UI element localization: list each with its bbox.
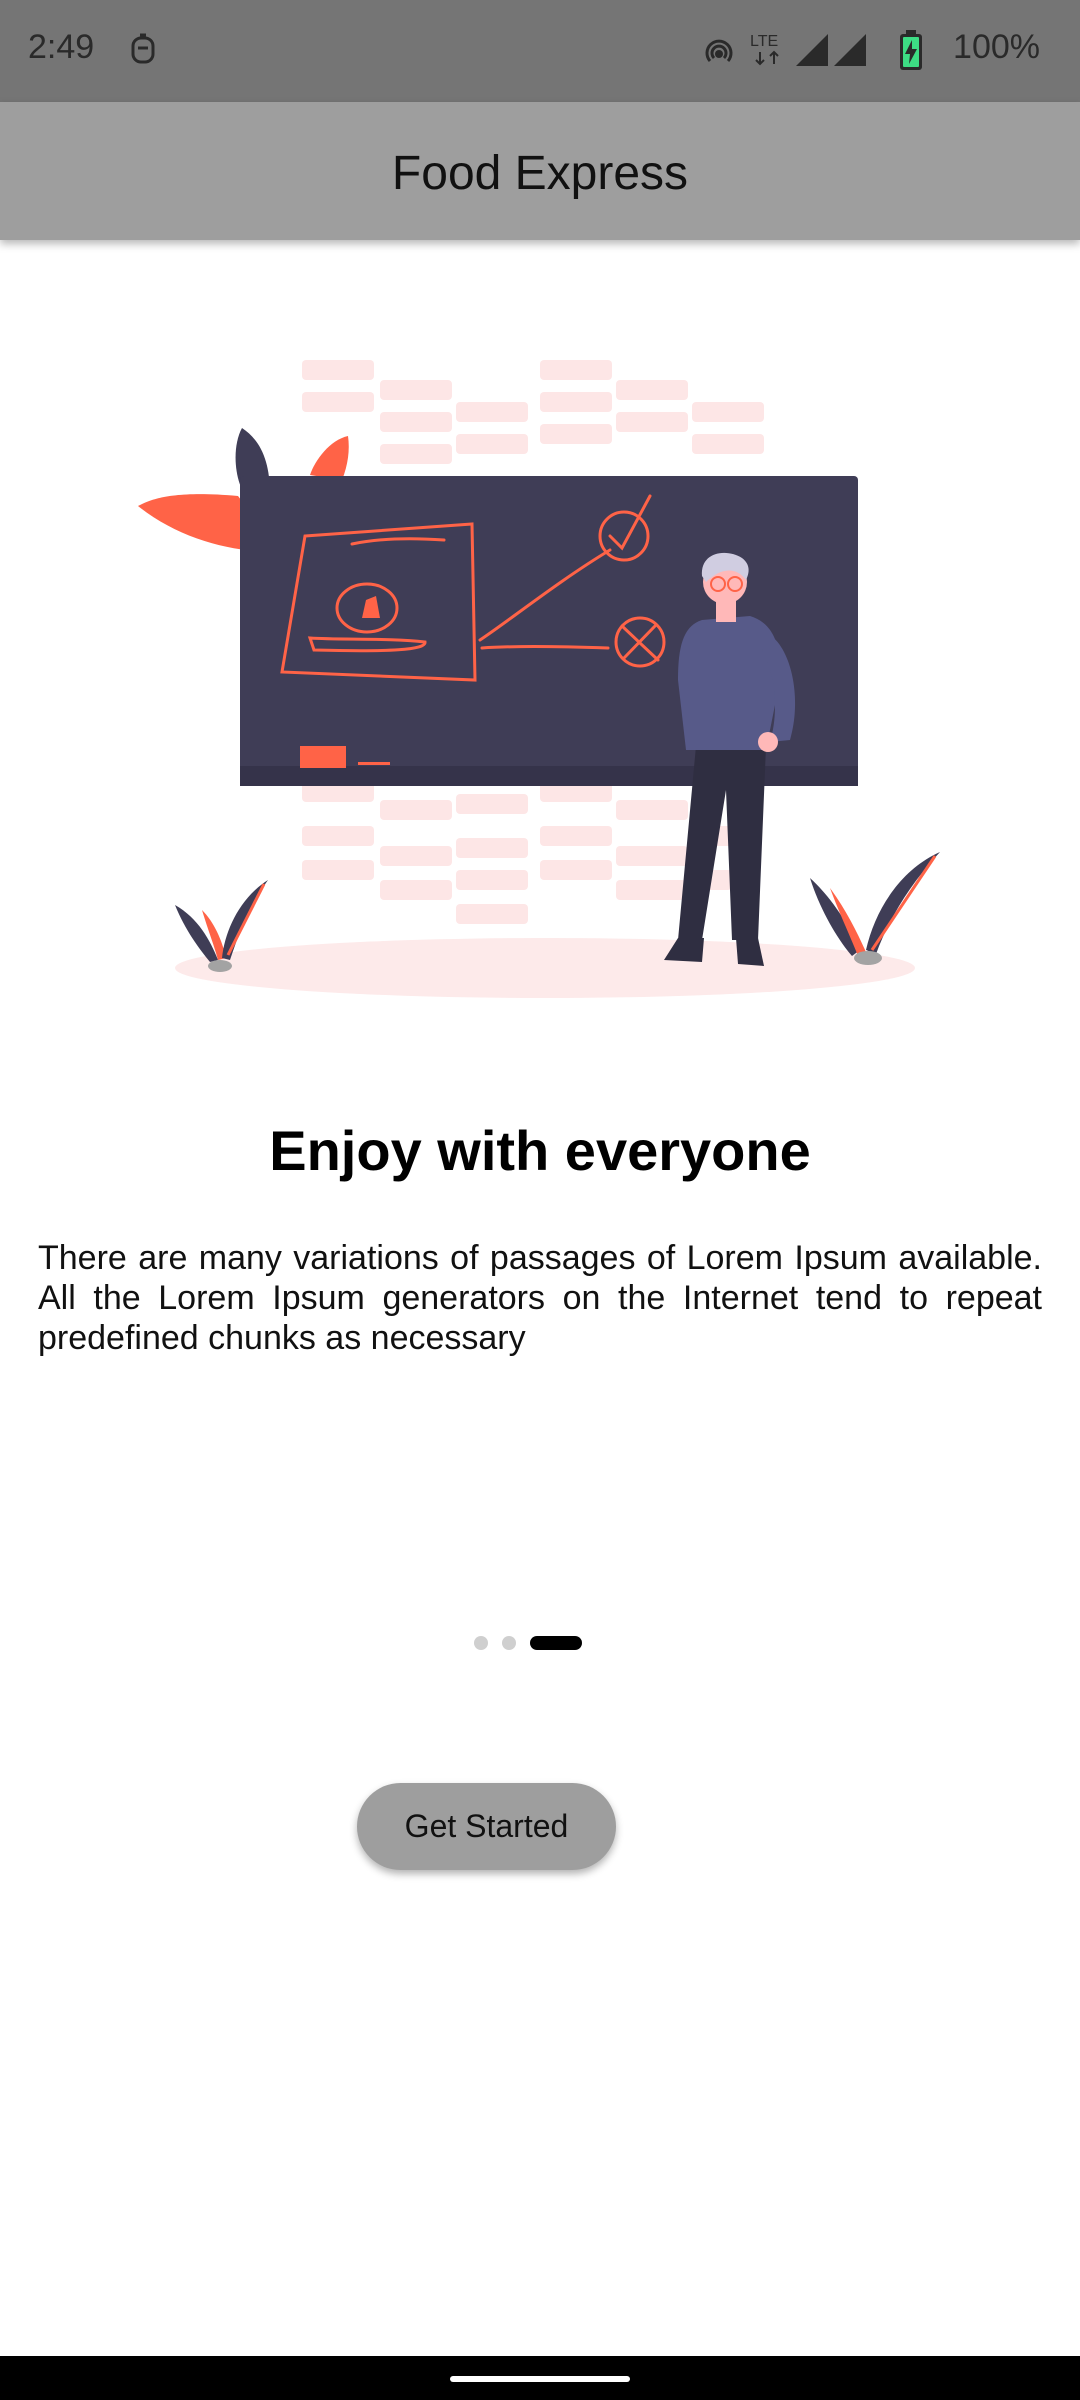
- app-bar: Food Express: [0, 102, 1080, 240]
- get-started-button[interactable]: Get Started: [357, 1783, 616, 1870]
- app-title: Food Express: [391, 147, 689, 200]
- home-gesture-handle[interactable]: [450, 2376, 630, 2382]
- lte-icon: LTE: [748, 30, 788, 73]
- status-bar: 2:49 LTE 100%: [0, 0, 1080, 102]
- assistant-icon: [128, 32, 158, 73]
- lte-label: LTE: [750, 33, 778, 50]
- onboarding-illustration: [130, 350, 950, 1010]
- onboarding-description: There are many variations of passages of…: [38, 1239, 1042, 1357]
- page-dot[interactable]: [474, 1636, 488, 1650]
- onboarding-heading: Enjoy with everyone: [269, 1119, 811, 1182]
- signal-icon: [796, 34, 828, 71]
- status-time: 2:49: [28, 28, 95, 66]
- battery-percentage: 100%: [953, 28, 1040, 66]
- battery-charging-icon: [898, 30, 924, 77]
- navigation-bar: [0, 2356, 1080, 2400]
- signal-icon: [834, 34, 866, 71]
- page-dot-active[interactable]: [530, 1636, 582, 1650]
- page-dot[interactable]: [502, 1636, 516, 1650]
- hotspot-icon: [702, 34, 736, 73]
